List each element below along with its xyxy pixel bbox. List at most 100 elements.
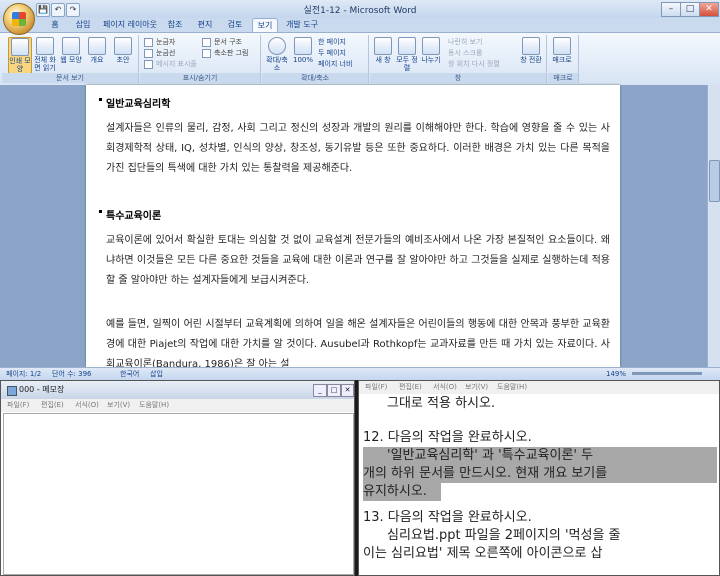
arrange-all-label: 모두 정렬 — [396, 56, 418, 72]
menu-file[interactable]: 파일(F) — [365, 381, 387, 394]
document-map-checkbox[interactable]: 문서 구조 — [202, 37, 242, 47]
vertical-scrollbar[interactable] — [707, 85, 720, 367]
print-layout-icon — [11, 38, 29, 56]
title-bar: 💾 ↶ ↷ 실전1-12 - Microsoft Word – □ ✕ — [0, 0, 720, 18]
zoom-button[interactable]: 확대/축소 — [264, 37, 290, 72]
tab-references[interactable]: 참조 — [164, 18, 186, 32]
paragraph[interactable]: 예를 들면, 일찍이 어린 시절부터 교육계획에 의하여 일을 해온 설계자들은… — [106, 315, 610, 367]
full-screen-reading-button[interactable]: 전체 화면 읽기 — [34, 37, 56, 72]
arrange-all-button[interactable]: 모두 정렬 — [396, 37, 418, 72]
notepad-title-bar: 000 - 메모장 _ □ ✕ — [1, 381, 354, 399]
tab-developer[interactable]: 개발 도구 — [284, 18, 320, 32]
arrange-all-icon — [398, 37, 416, 55]
menu-edit[interactable]: 편집(E) — [41, 399, 64, 412]
notepad-text-area[interactable] — [3, 413, 354, 575]
menu-format[interactable]: 서식(O) — [433, 381, 457, 394]
text-line[interactable]: 그대로 적용 하시오. — [387, 395, 719, 413]
reset-window-button[interactable]: 창 위치 다시 정렬 — [448, 59, 500, 69]
split-icon — [422, 37, 440, 55]
office-button[interactable] — [3, 3, 35, 35]
menu-help[interactable]: 도움말(H) — [139, 399, 169, 412]
switch-windows-label: 창 전환 — [520, 56, 542, 64]
zoom-slider[interactable] — [632, 372, 702, 375]
status-bar: 페이지: 1/2 단어 수: 396 한국어 삽입 149% — [0, 367, 720, 380]
switch-windows-button[interactable]: 창 전환 — [520, 37, 542, 64]
side-by-side-button[interactable]: 나란히 보기 — [448, 37, 482, 47]
scroll-thumb[interactable] — [709, 160, 720, 202]
close-button[interactable]: ✕ — [699, 2, 719, 17]
gridlines-label: 눈금선 — [156, 49, 176, 57]
full-screen-reading-icon — [36, 37, 54, 55]
paragraph[interactable]: 교육이론에 있어서 확실한 토대는 의심할 것 없이 교육설계 전문가들의 예비… — [106, 231, 610, 291]
new-window-button[interactable]: 새 창 — [372, 37, 394, 64]
language[interactable]: 한국어 — [120, 368, 139, 380]
tab-review[interactable]: 검토 — [224, 18, 246, 32]
page-count[interactable]: 페이지: 1/2 — [6, 368, 41, 380]
group-zoom: 확대/축소 100% 한 페이지 두 페이지 페이지 너비 확대/축소 — [262, 35, 369, 83]
document-page[interactable]: 일반교육심리학 설계자들은 인류의 물리, 감정, 사회 그리고 정신의 성장과… — [86, 85, 620, 367]
close-button[interactable]: ✕ — [341, 384, 354, 397]
tab-insert[interactable]: 삽입 — [72, 18, 94, 32]
notepad-menu-bar: 파일(F) 편집(E) 서식(O) 보기(V) 도움말(H) — [1, 399, 354, 412]
selected-text-line[interactable]: '일반교육심리학' 과 '특수교육이론' 두 — [363, 447, 717, 465]
menu-help[interactable]: 도움말(H) — [497, 381, 527, 394]
text-line[interactable]: 이는 심리요법' 제목 오른쪽에 아이콘으로 삽 — [363, 545, 717, 563]
maximize-button[interactable]: □ — [327, 384, 341, 397]
tab-view[interactable]: 보기 — [252, 18, 278, 33]
tab-page-layout[interactable]: 페이지 레이아웃 — [102, 18, 158, 32]
notepad-instructions-window: 파일(F) 편집(E) 서식(O) 보기(V) 도움말(H) 그대로 적용 하시… — [358, 380, 720, 576]
text-line[interactable]: 12. 다음의 작업을 완료하시오. — [363, 429, 717, 447]
menu-view[interactable]: 보기(V) — [465, 381, 488, 394]
minimize-button[interactable]: – — [661, 2, 681, 17]
print-layout-label: 인쇄 모양 — [9, 57, 31, 73]
ruler-label: 눈금자 — [156, 38, 176, 46]
message-bar-checkbox[interactable]: 메시지 표시줄 — [144, 59, 197, 69]
selected-text-line[interactable]: 개의 하위 문서를 만드시오. 현재 개요 보기를 — [363, 465, 717, 483]
outline-button[interactable]: 개요 — [86, 37, 108, 64]
thumbnails-label: 축소판 그림 — [214, 49, 249, 57]
one-page-button[interactable]: 한 페이지 — [318, 37, 346, 47]
print-layout-button[interactable]: 인쇄 모양 — [8, 37, 32, 74]
page-width-button[interactable]: 페이지 너비 — [318, 59, 352, 69]
tab-home[interactable]: 홈 — [46, 18, 64, 32]
tab-mailings[interactable]: 편지 — [194, 18, 216, 32]
zoom-label: 확대/축소 — [266, 56, 288, 72]
window-title: 실전1-12 - Microsoft Word — [303, 6, 417, 16]
menu-view[interactable]: 보기(V) — [107, 399, 130, 412]
selected-text-line[interactable]: 유지하시오. — [363, 483, 441, 501]
draft-label: 초안 — [116, 56, 130, 64]
macros-button[interactable]: 매크로 — [551, 37, 573, 64]
split-label: 나누기 — [421, 56, 441, 64]
word-count[interactable]: 단어 수: 396 — [52, 368, 92, 380]
outline-label: 개요 — [90, 56, 104, 64]
macros-icon — [553, 37, 571, 55]
draft-button[interactable]: 초안 — [112, 37, 134, 64]
group-macros: 매크로 매크로 — [548, 35, 579, 83]
zoom-100-label: 100% — [292, 56, 313, 64]
outline-icon — [88, 37, 106, 55]
minimize-button[interactable]: _ — [313, 384, 327, 397]
paragraph[interactable]: 설계자들은 인류의 물리, 감정, 사회 그리고 정신의 성장과 개발의 원리를… — [106, 119, 610, 179]
gridlines-checkbox[interactable]: 눈금선 — [144, 48, 175, 58]
ruler-checkbox[interactable]: 눈금자 — [144, 37, 175, 47]
zoom-level[interactable]: 149% — [606, 368, 626, 380]
group-document-views: 인쇄 모양 전체 화면 읽기 웹 모양 개요 초안 문서 보기 — [2, 35, 139, 83]
web-layout-button[interactable]: 웹 모양 — [60, 37, 82, 64]
text-line[interactable]: 심리요법.ppt 파일을 2페이지의 '먹성을 줄 — [387, 527, 719, 545]
heading-general-ed-psych[interactable]: 일반교육심리학 — [99, 95, 170, 110]
sync-scroll-button[interactable]: 동시 스크롤 — [448, 48, 482, 58]
zoom-100-button[interactable]: 100% — [292, 37, 314, 64]
group-label: 문서 보기 — [2, 73, 138, 83]
group-window: 새 창 모두 정렬 나누기 나란히 보기 동시 스크롤 창 위치 다시 정렬 창… — [370, 35, 547, 83]
split-button[interactable]: 나누기 — [420, 37, 442, 64]
thumbnails-checkbox[interactable]: 축소판 그림 — [202, 48, 248, 58]
maximize-button[interactable]: □ — [680, 2, 700, 17]
menu-edit[interactable]: 편집(E) — [399, 381, 422, 394]
text-line[interactable]: 13. 다음의 작업을 완료하시오. — [363, 509, 717, 527]
heading-special-ed-theory[interactable]: 특수교육이론 — [99, 207, 161, 222]
menu-file[interactable]: 파일(F) — [7, 399, 29, 412]
menu-format[interactable]: 서식(O) — [75, 399, 99, 412]
two-pages-button[interactable]: 두 페이지 — [318, 48, 346, 58]
ribbon: 인쇄 모양 전체 화면 읽기 웹 모양 개요 초안 문서 보기 눈금자 눈금선 … — [0, 32, 720, 86]
insert-mode[interactable]: 삽입 — [150, 368, 163, 380]
